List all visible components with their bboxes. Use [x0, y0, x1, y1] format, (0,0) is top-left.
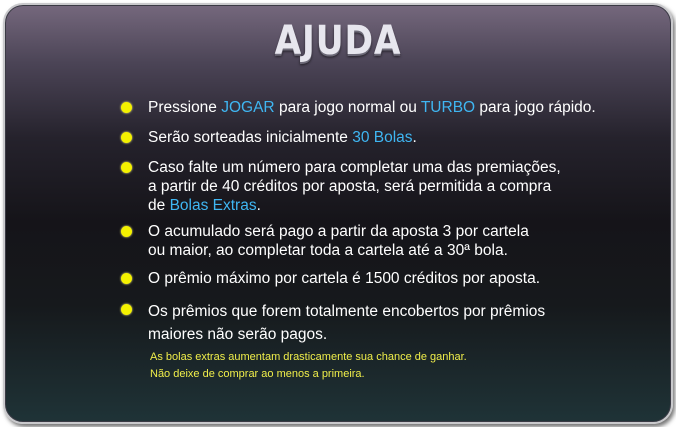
extra-balls-highlight: Bolas Extras — [169, 197, 257, 214]
bullet-icon — [121, 226, 132, 237]
bullet-icon — [121, 132, 132, 143]
turbo-highlight: TURBO — [420, 99, 476, 116]
help-item-text: Caso falte um número para completar uma … — [148, 159, 561, 214]
bullet-icon — [121, 304, 132, 315]
help-item-text: Os prêmios que forem totalmente encobert… — [148, 303, 546, 343]
bullet-icon — [121, 273, 132, 284]
extra-balls-tip: As bolas extras aumentam drasticamente s… — [150, 351, 467, 380]
help-title: AJUDA — [274, 18, 402, 64]
bullet-icon — [121, 102, 132, 113]
bullet-icon — [121, 162, 132, 173]
help-item-text: O acumulado será pago a partir da aposta… — [148, 223, 529, 259]
help-item-text: O prêmio máximo por cartela é 1500 crédi… — [148, 270, 540, 287]
help-panel: AJUDA Pressione JOGAR para jogo normal o… — [3, 3, 673, 424]
help-item-text: Serão sorteadas inicialmente 30 Bolas. — [148, 129, 417, 146]
jogar-highlight: JOGAR — [221, 99, 275, 116]
balls-highlight: 30 Bolas — [352, 129, 413, 146]
help-item-text: Pressione JOGAR para jogo normal ou TURB… — [148, 99, 596, 116]
